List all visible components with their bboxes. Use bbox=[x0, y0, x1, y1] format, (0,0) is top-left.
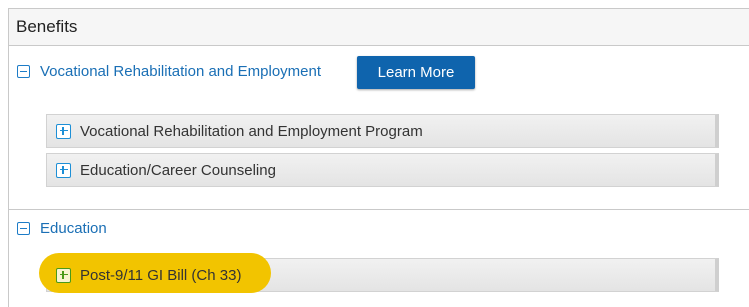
section-toggle-vocational-rehabilitation[interactable]: Vocational Rehabilitation and Employment bbox=[17, 63, 321, 80]
accordion-item-label[interactable]: Post-9/11 GI Bill (Ch 33) bbox=[80, 267, 241, 284]
panel-header: Benefits bbox=[9, 9, 749, 46]
accordion-item-label[interactable]: Vocational Rehabilitation and Employment… bbox=[80, 123, 423, 140]
panel-title: Benefits bbox=[16, 17, 78, 36]
accordion-item-label[interactable]: Education/Career Counseling bbox=[80, 162, 276, 179]
section-title[interactable]: Vocational Rehabilitation and Employment bbox=[40, 63, 321, 80]
accordion-item-education-career-counseling[interactable]: Education/Career Counseling bbox=[46, 153, 719, 187]
plus-box-icon[interactable] bbox=[56, 162, 71, 178]
section-vocational-rehabilitation: Vocational Rehabilitation and Employment… bbox=[9, 46, 749, 210]
section-education: Education Post-9/11 GI Bill (Ch 33) bbox=[9, 210, 749, 307]
section-title[interactable]: Education bbox=[40, 220, 107, 237]
accordion-item-post-911-gi-bill[interactable]: Post-9/11 GI Bill (Ch 33) bbox=[46, 258, 719, 292]
minus-box-icon[interactable] bbox=[17, 65, 30, 78]
accordion-item-vre-program[interactable]: Vocational Rehabilitation and Employment… bbox=[46, 114, 719, 148]
learn-more-button[interactable]: Learn More bbox=[357, 56, 475, 89]
section-toggle-education[interactable]: Education bbox=[17, 220, 107, 237]
plus-box-icon[interactable] bbox=[56, 267, 71, 283]
minus-box-icon[interactable] bbox=[17, 222, 30, 235]
plus-box-icon[interactable] bbox=[56, 123, 71, 139]
benefits-panel: Benefits Vocational Rehabilitation and E… bbox=[8, 8, 749, 307]
